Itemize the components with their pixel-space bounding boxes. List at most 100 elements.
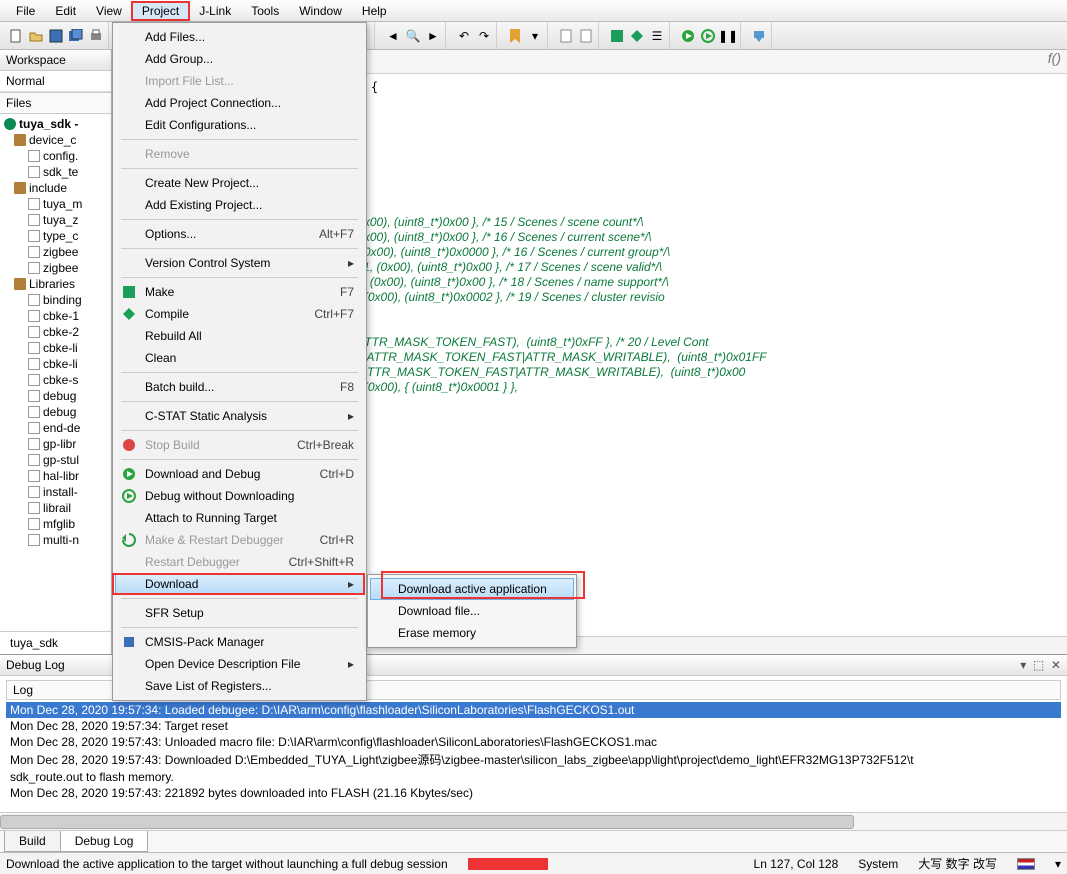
tree-item[interactable]: install- bbox=[0, 484, 111, 500]
workspace-tab[interactable]: tuya_sdk bbox=[0, 631, 111, 654]
tree-item[interactable]: debug bbox=[0, 404, 111, 420]
menu-item-compile[interactable]: CompileCtrl+F7 bbox=[115, 303, 364, 325]
print-icon[interactable] bbox=[88, 28, 104, 44]
log-line[interactable]: Mon Dec 28, 2020 19:57:34: Target reset bbox=[6, 718, 1061, 734]
open-icon[interactable] bbox=[28, 28, 44, 44]
bookmark-prev-icon[interactable]: ▾ bbox=[527, 28, 543, 44]
tree-item[interactable]: cbke-li bbox=[0, 340, 111, 356]
tree-item[interactable]: config. bbox=[0, 148, 111, 164]
menu-view[interactable]: View bbox=[86, 2, 132, 20]
menu-item-batch-build-[interactable]: Batch build...F8 bbox=[115, 376, 364, 398]
step-fwd-icon[interactable]: ↷ bbox=[476, 28, 492, 44]
menu-item-save-list-of-registers-[interactable]: Save List of Registers... bbox=[115, 675, 364, 697]
tree-item[interactable]: device_c bbox=[0, 132, 111, 148]
menu-item-options-[interactable]: Options...Alt+F7 bbox=[115, 223, 364, 245]
tree-item[interactable]: tuya_z bbox=[0, 212, 111, 228]
tree-item[interactable]: include bbox=[0, 180, 111, 196]
make-icon[interactable] bbox=[609, 28, 625, 44]
log-line[interactable]: Mon Dec 28, 2020 19:57:43: Unloaded macr… bbox=[6, 734, 1061, 750]
tree-item[interactable]: multi-n bbox=[0, 532, 111, 548]
menu-jlink[interactable]: J-Link bbox=[189, 2, 241, 20]
tree-item[interactable]: zigbee bbox=[0, 244, 111, 260]
new-icon[interactable] bbox=[8, 28, 24, 44]
step-back-icon[interactable]: ↶ bbox=[456, 28, 472, 44]
log-line[interactable]: Mon Dec 28, 2020 19:57:34: Loaded debuge… bbox=[6, 702, 1061, 718]
menu-item-debug-without-downloading[interactable]: Debug without Downloading bbox=[115, 485, 364, 507]
menu-item-cmsis-pack-manager[interactable]: CMSIS-Pack Manager bbox=[115, 631, 364, 653]
menu-item-add-existing-project-[interactable]: Add Existing Project... bbox=[115, 194, 364, 216]
tree-item[interactable]: tuya_m bbox=[0, 196, 111, 212]
download-icon[interactable] bbox=[751, 28, 767, 44]
nav-fwd-icon[interactable]: ► bbox=[425, 28, 441, 44]
menu-file[interactable]: File bbox=[6, 2, 45, 20]
menu-item-add-group-[interactable]: Add Group... bbox=[115, 48, 364, 70]
tree-item[interactable]: debug bbox=[0, 388, 111, 404]
bookmark-icon[interactable] bbox=[507, 28, 523, 44]
batch-icon[interactable]: ☰ bbox=[649, 28, 665, 44]
debug-log-controls[interactable]: ▾ ⬚ ✕ bbox=[1020, 658, 1061, 672]
menu-item-c-stat-static-analysis[interactable]: C-STAT Static Analysis▸ bbox=[115, 405, 364, 427]
submenu-item-download-file-[interactable]: Download file... bbox=[370, 600, 574, 622]
tree-item[interactable]: end-de bbox=[0, 420, 111, 436]
menu-help[interactable]: Help bbox=[352, 2, 397, 20]
tree-item[interactable]: cbke-1 bbox=[0, 308, 111, 324]
nav-back-icon[interactable]: ◄ bbox=[385, 28, 401, 44]
language-flag-icon[interactable] bbox=[1017, 858, 1035, 870]
menu-item-make[interactable]: MakeF7 bbox=[115, 281, 364, 303]
tree-item[interactable]: tuya_sdk - bbox=[0, 116, 111, 132]
language-dropdown-icon[interactable]: ▾ bbox=[1055, 857, 1061, 871]
log-line[interactable]: Mon Dec 28, 2020 19:57:43: 221892 bytes … bbox=[6, 785, 1061, 801]
log-line[interactable]: sdk_route.out to flash memory. bbox=[6, 769, 1061, 785]
tree-item[interactable]: sdk_te bbox=[0, 164, 111, 180]
status-system: System bbox=[858, 857, 898, 871]
save-all-icon[interactable] bbox=[68, 28, 84, 44]
menu-tools[interactable]: Tools bbox=[241, 2, 289, 20]
tree-item[interactable]: zigbee bbox=[0, 260, 111, 276]
menu-window[interactable]: Window bbox=[289, 2, 352, 20]
doc1-icon[interactable] bbox=[558, 28, 574, 44]
search-icon[interactable]: 🔍 bbox=[405, 28, 421, 44]
save-icon[interactable] bbox=[48, 28, 64, 44]
tree-item[interactable]: cbke-2 bbox=[0, 324, 111, 340]
tree-item[interactable]: binding bbox=[0, 292, 111, 308]
tree-item[interactable]: type_c bbox=[0, 228, 111, 244]
tree-item[interactable]: hal-libr bbox=[0, 468, 111, 484]
menubar: File Edit View Project J-Link Tools Wind… bbox=[0, 0, 1067, 22]
tree-item[interactable]: gp-libr bbox=[0, 436, 111, 452]
menu-item-download[interactable]: Download▸ bbox=[115, 573, 364, 595]
menu-item-open-device-description-file[interactable]: Open Device Description File▸ bbox=[115, 653, 364, 675]
menu-item-add-files-[interactable]: Add Files... bbox=[115, 26, 364, 48]
tree-item[interactable]: mfglib bbox=[0, 516, 111, 532]
pause-icon[interactable]: ❚❚ bbox=[720, 28, 736, 44]
compile-icon[interactable] bbox=[629, 28, 645, 44]
tree-item[interactable]: Libraries bbox=[0, 276, 111, 292]
tab-debug-log[interactable]: Debug Log bbox=[60, 831, 149, 852]
menu-item-sfr-setup[interactable]: SFR Setup bbox=[115, 602, 364, 624]
debug-scrollbar[interactable] bbox=[0, 812, 1067, 830]
tree-item[interactable]: cbke-s bbox=[0, 372, 111, 388]
tree-item[interactable]: cbke-li bbox=[0, 356, 111, 372]
menu-item-add-project-connection-[interactable]: Add Project Connection... bbox=[115, 92, 364, 114]
menu-edit[interactable]: Edit bbox=[45, 2, 86, 20]
submenu-item-download-active-application[interactable]: Download active application bbox=[370, 578, 574, 600]
menu-item-attach-to-running-target[interactable]: Attach to Running Target bbox=[115, 507, 364, 529]
doc2-icon[interactable] bbox=[578, 28, 594, 44]
debug-icon[interactable] bbox=[680, 28, 696, 44]
file-tree[interactable]: tuya_sdk -device_cconfig.sdk_teincludetu… bbox=[0, 114, 111, 631]
debug-nodown-icon[interactable] bbox=[700, 28, 716, 44]
status-ime: 大写 数字 改写 bbox=[918, 855, 997, 872]
workspace-mode[interactable]: Normal bbox=[0, 71, 111, 92]
submenu-item-erase-memory[interactable]: Erase memory bbox=[370, 622, 574, 644]
log-line[interactable]: Mon Dec 28, 2020 19:57:43: Downloaded D:… bbox=[6, 750, 1061, 769]
menu-project[interactable]: Project bbox=[132, 2, 189, 20]
tab-build[interactable]: Build bbox=[4, 831, 61, 852]
menu-item-version-control-system[interactable]: Version Control System▸ bbox=[115, 252, 364, 274]
menu-item-download-and-debug[interactable]: Download and DebugCtrl+D bbox=[115, 463, 364, 485]
menu-item-create-new-project-[interactable]: Create New Project... bbox=[115, 172, 364, 194]
tree-item[interactable]: gp-stul bbox=[0, 452, 111, 468]
menu-item-edit-configurations-[interactable]: Edit Configurations... bbox=[115, 114, 364, 136]
debug-log-label: Debug Log bbox=[6, 658, 65, 672]
menu-item-rebuild-all[interactable]: Rebuild All bbox=[115, 325, 364, 347]
menu-item-clean[interactable]: Clean bbox=[115, 347, 364, 369]
tree-item[interactable]: librail bbox=[0, 500, 111, 516]
